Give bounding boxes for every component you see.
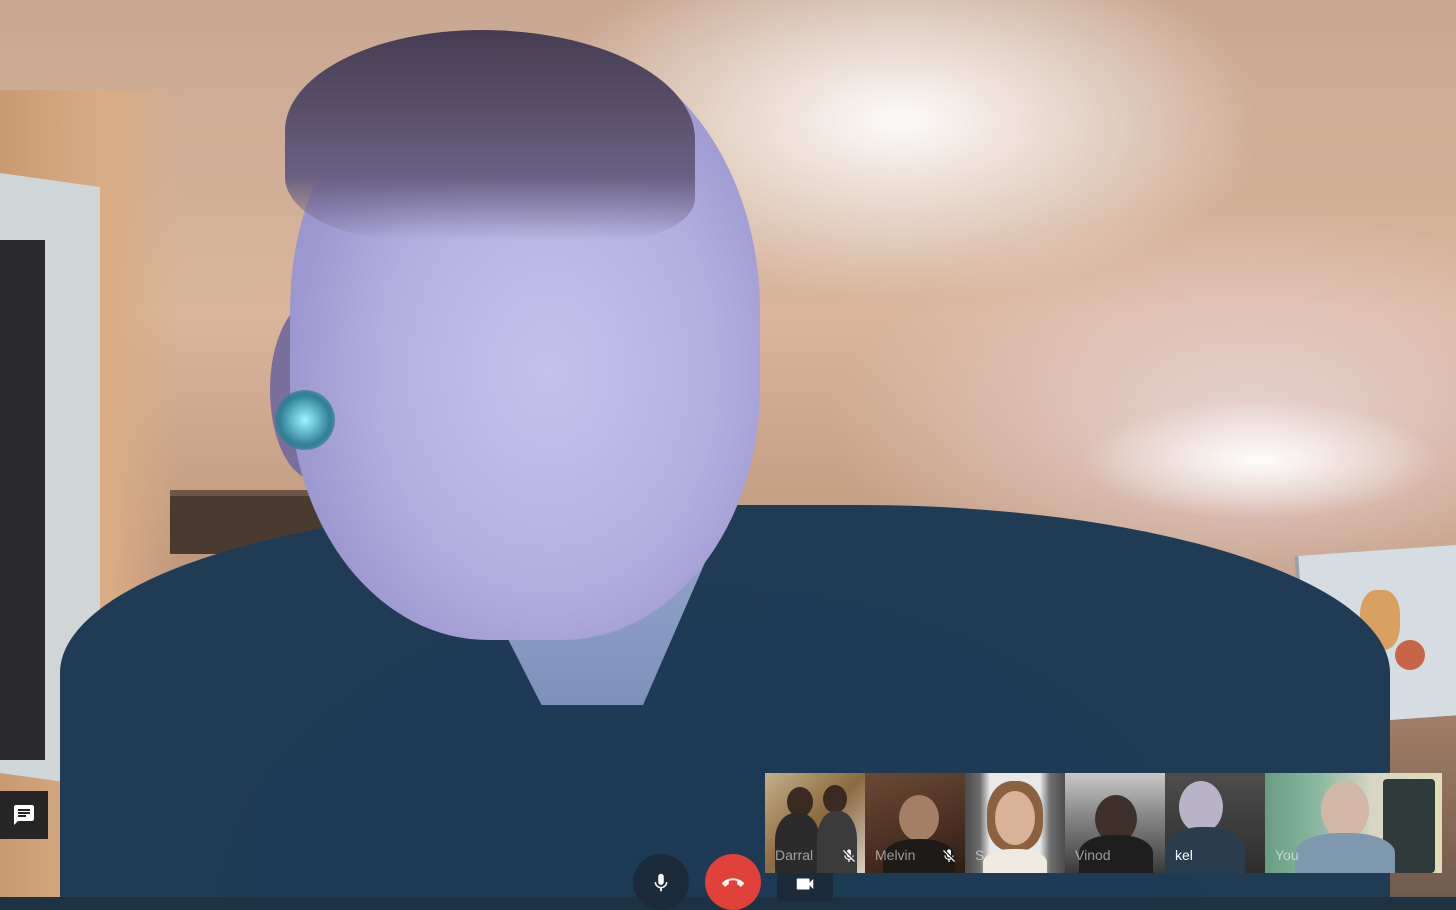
- participant-name: Vinod: [1075, 847, 1111, 863]
- participant-body: [775, 813, 820, 873]
- participant-body: [983, 849, 1047, 873]
- headset-earpiece: [275, 390, 335, 450]
- microphone-icon: [654, 873, 668, 892]
- mic-muted-icon: [843, 849, 855, 862]
- participant-tile[interactable]: Darral: [765, 773, 865, 873]
- mic-muted-icon: [943, 849, 955, 862]
- participant-name: kel: [1175, 847, 1193, 863]
- hang-up-button[interactable]: [705, 854, 761, 910]
- participant-head: [995, 791, 1035, 845]
- participant-tile[interactable]: Vinod: [1065, 773, 1165, 873]
- participant-head: [823, 785, 847, 813]
- background-doorway: [0, 240, 45, 760]
- chat-button[interactable]: [0, 791, 48, 839]
- microphone-button[interactable]: [633, 854, 689, 910]
- participant-head: [1179, 781, 1223, 833]
- participant-name: You: [1275, 847, 1299, 863]
- participant-filmstrip: Darral Melvin S Vinod kel You: [765, 773, 1442, 873]
- main-speaker-video: [0, 0, 1456, 897]
- participant-tile[interactable]: S: [965, 773, 1065, 873]
- participant-tile-active[interactable]: kel: [1165, 773, 1265, 873]
- self-view-tile[interactable]: You: [1265, 773, 1442, 873]
- participant-head: [899, 795, 939, 841]
- participant-name: Darral: [775, 847, 814, 863]
- participant-body: [1295, 833, 1395, 873]
- participant-tile[interactable]: Melvin: [865, 773, 965, 873]
- map-detail: [1395, 640, 1425, 670]
- participant-name: S: [975, 847, 985, 863]
- video-camera-icon: [796, 878, 814, 890]
- background-light: [1080, 400, 1440, 520]
- participant-name: Melvin: [875, 847, 916, 863]
- chat-icon: [14, 805, 34, 825]
- hang-up-icon: [722, 878, 744, 887]
- speaker-hair: [285, 30, 695, 240]
- participant-head: [1321, 781, 1369, 839]
